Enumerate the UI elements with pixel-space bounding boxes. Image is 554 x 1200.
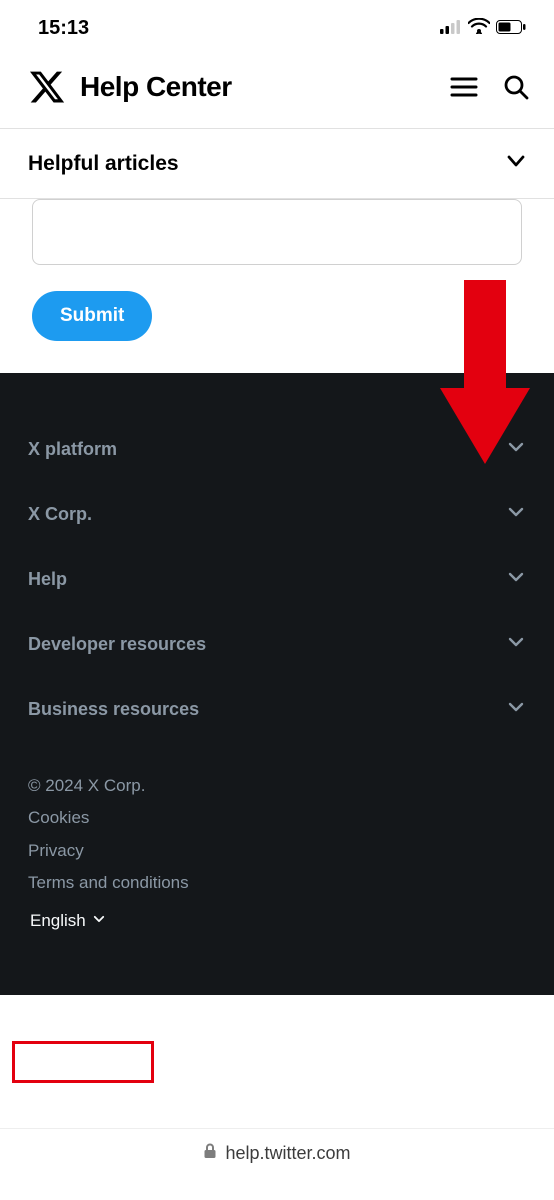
status-bar: 15:13 xyxy=(0,0,554,52)
status-time: 15:13 xyxy=(38,17,89,40)
chevron-down-icon xyxy=(92,905,106,937)
footer-section-label: X platform xyxy=(28,439,117,460)
menu-button[interactable] xyxy=(450,73,478,101)
copyright-text: © 2024 X Corp. xyxy=(28,770,526,802)
footer-link-terms[interactable]: Terms and conditions xyxy=(28,867,526,899)
footer-section-developer-resources[interactable]: Developer resources xyxy=(28,612,526,677)
chevron-down-icon xyxy=(506,437,526,462)
chevron-down-icon xyxy=(506,567,526,592)
footer-legal: © 2024 X Corp. Cookies Privacy Terms and… xyxy=(28,770,526,939)
text-input[interactable] xyxy=(32,199,522,265)
submit-button[interactable]: Submit xyxy=(32,291,152,341)
page-title: Help Center xyxy=(80,71,436,103)
footer-section-x-platform[interactable]: X platform xyxy=(28,417,526,482)
footer-section-x-corp[interactable]: X Corp. xyxy=(28,482,526,547)
status-icons xyxy=(440,17,526,40)
footer-link-privacy[interactable]: Privacy xyxy=(28,835,526,867)
browser-url-text: help.twitter.com xyxy=(225,1143,350,1164)
footer-section-help[interactable]: Help xyxy=(28,547,526,612)
subheader-title: Helpful articles xyxy=(28,152,179,176)
lock-icon xyxy=(203,1143,217,1164)
search-button[interactable] xyxy=(502,73,530,101)
chevron-down-icon xyxy=(506,502,526,527)
footer-section-label: Business resources xyxy=(28,699,199,720)
footer-section-label: Help xyxy=(28,569,67,590)
form-area: Submit xyxy=(0,199,554,373)
x-logo-icon[interactable] xyxy=(28,68,66,106)
annotation-highlight-box xyxy=(12,1041,154,1083)
chevron-down-icon xyxy=(506,632,526,657)
cellular-icon xyxy=(440,17,462,40)
footer: X platform X Corp. Help Developer resour… xyxy=(0,373,554,995)
helpful-articles-accordion[interactable]: Helpful articles xyxy=(0,128,554,199)
battery-icon xyxy=(496,17,526,40)
chevron-down-icon xyxy=(506,697,526,722)
footer-section-label: Developer resources xyxy=(28,634,206,655)
language-selector[interactable]: English xyxy=(28,903,112,939)
footer-section-business-resources[interactable]: Business resources xyxy=(28,677,526,742)
browser-url-bar[interactable]: help.twitter.com xyxy=(0,1128,554,1200)
chevron-down-icon xyxy=(506,151,526,176)
footer-link-cookies[interactable]: Cookies xyxy=(28,802,526,834)
wifi-icon xyxy=(468,17,490,40)
language-label: English xyxy=(30,905,86,937)
footer-section-label: X Corp. xyxy=(28,504,92,525)
app-header: Help Center xyxy=(0,52,554,128)
